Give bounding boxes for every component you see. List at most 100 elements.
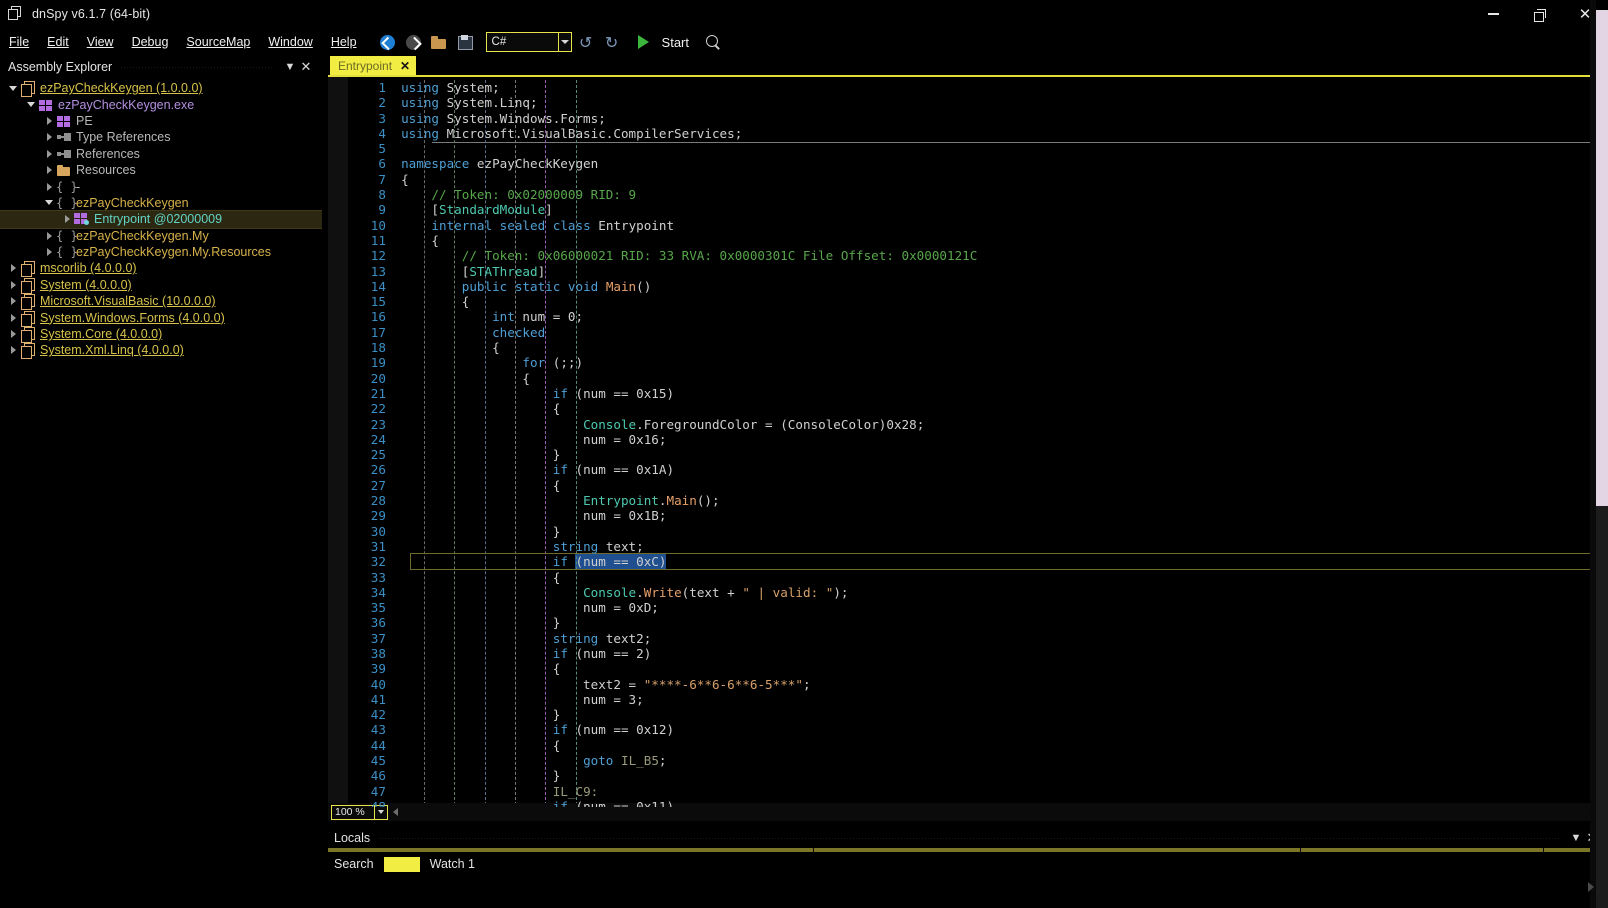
redo-button[interactable]: ↻ <box>600 31 624 53</box>
code-scroll-viewport[interactable]: 1 using System; 2 using System.Linq; 3 u… <box>348 77 1586 807</box>
line-number: 17 <box>348 325 401 340</box>
minimize-button[interactable] <box>1470 0 1516 28</box>
expander-collapsed[interactable] <box>6 281 20 289</box>
chevron-down-icon <box>378 810 384 814</box>
expander-collapsed[interactable] <box>42 117 56 125</box>
locals-menu-button[interactable]: ▼ <box>1568 832 1584 844</box>
line-number: 11 <box>348 233 401 248</box>
line-number: 37 <box>348 631 401 646</box>
tree-node[interactable]: Entrypoint @02000009 <box>0 211 322 227</box>
back-icon <box>380 35 395 50</box>
expander-collapsed[interactable] <box>6 314 20 322</box>
language-combobox[interactable]: C# <box>486 32 572 52</box>
expander-collapsed[interactable] <box>42 248 56 256</box>
tree-node[interactable]: { }ezPayCheckKeygen <box>0 195 322 211</box>
locals-column-divider[interactable] <box>1301 848 1544 852</box>
expander-collapsed[interactable] <box>6 330 20 338</box>
tree-node-label: ezPayCheckKeygen <box>76 196 189 210</box>
line-number: 6 <box>348 156 401 171</box>
expander-expanded[interactable] <box>24 102 38 107</box>
selected-text[interactable]: (num == 0xC) <box>575 554 666 569</box>
line-number: 20 <box>348 371 401 386</box>
code-token: } <box>401 768 560 783</box>
tree-node[interactable]: References <box>0 146 322 162</box>
tree-node[interactable]: PE <box>0 113 322 129</box>
module-icon <box>38 98 54 112</box>
undo-button[interactable]: ↺ <box>574 31 598 53</box>
menu-debug[interactable]: Debug <box>123 32 178 52</box>
line-number: 33 <box>348 570 401 585</box>
chevron-down-icon[interactable] <box>558 33 571 51</box>
expander-collapsed[interactable] <box>42 133 56 141</box>
code-token <box>401 631 553 646</box>
panel-menu-button[interactable]: ▼ <box>282 61 298 73</box>
locals-panel: Locals ▼ ✕ <box>328 828 1608 856</box>
expander-expanded[interactable] <box>42 200 56 205</box>
desktop-edge-strip-lower <box>1596 506 1608 908</box>
start-button[interactable] <box>632 31 656 53</box>
locals-column-divider[interactable] <box>328 848 814 852</box>
tree-node[interactable]: Type References <box>0 129 322 145</box>
line-number: 41 <box>348 692 401 707</box>
overflow-arrow-icon[interactable] <box>1588 882 1594 892</box>
line-number: 2 <box>348 95 401 110</box>
tree-node-label: Entrypoint @02000009 <box>94 212 222 226</box>
tree-node[interactable]: mscorlib (4.0.0.0) <box>0 260 322 276</box>
expander-collapsed[interactable] <box>42 166 56 174</box>
expander-expanded[interactable] <box>6 86 20 91</box>
menu-sourcemap[interactable]: SourceMap <box>177 32 259 52</box>
save-button[interactable] <box>454 31 478 53</box>
tab-close-icon[interactable]: ✕ <box>400 59 410 73</box>
code-token: ezPayCheckKeygen <box>477 156 598 171</box>
tab-search[interactable]: Search <box>328 857 380 871</box>
code-token: if <box>553 646 576 661</box>
expander-collapsed[interactable] <box>6 297 20 305</box>
tree-node[interactable]: Microsoft.VisualBasic (10.0.0.0) <box>0 293 322 309</box>
menu-window[interactable]: Window <box>259 32 321 52</box>
back-button[interactable] <box>376 31 400 53</box>
tree-node[interactable]: System.Windows.Forms (4.0.0.0) <box>0 309 322 325</box>
tree-node[interactable]: System.Xml.Linq (4.0.0.0) <box>0 342 322 358</box>
search-button[interactable] <box>701 31 725 53</box>
search-icon <box>706 35 721 50</box>
code-token: Write <box>644 585 682 600</box>
maximize-button[interactable] <box>1516 0 1562 28</box>
tree-node[interactable]: System.Core (4.0.0.0) <box>0 326 322 342</box>
forward-button[interactable] <box>402 31 426 53</box>
tree-node[interactable]: Resources <box>0 162 322 178</box>
code-token: num = 0x1B; <box>401 508 666 523</box>
panel-close-button[interactable]: ✕ <box>298 59 314 75</box>
references-icon <box>56 147 72 161</box>
expander-collapsed[interactable] <box>42 183 56 191</box>
open-button[interactable] <box>428 31 452 53</box>
tree-node[interactable]: ezPayCheckKeygen (1.0.0.0) <box>0 80 322 96</box>
expander-collapsed[interactable] <box>60 215 74 223</box>
code-token: IL_C9: <box>553 784 599 799</box>
line-number: 19 <box>348 355 401 370</box>
tab-entrypoint[interactable]: Entrypoint ✕ <box>330 56 416 75</box>
menu-view[interactable]: View <box>78 32 123 52</box>
tree-node[interactable]: { }- <box>0 178 322 194</box>
code-token: { <box>401 478 560 493</box>
locals-column-header-bar[interactable] <box>328 848 1608 852</box>
source-code[interactable]: 1 using System; 2 using System.Linq; 3 u… <box>348 77 1586 807</box>
expander-collapsed[interactable] <box>6 264 20 272</box>
menu-edit[interactable]: Edit <box>38 32 78 52</box>
hscroll-left-button[interactable] <box>388 808 402 816</box>
start-label[interactable]: Start <box>662 35 689 50</box>
expander-collapsed[interactable] <box>42 150 56 158</box>
expander-collapsed[interactable] <box>6 346 20 354</box>
tree-node[interactable]: ezPayCheckKeygen.exe <box>0 96 322 112</box>
tab-watch-1[interactable]: Watch 1 <box>424 857 481 871</box>
tree-node[interactable]: { }ezPayCheckKeygen.My.Resources <box>0 244 322 260</box>
expander-collapsed[interactable] <box>42 232 56 240</box>
menu-file[interactable]: File <box>0 32 38 52</box>
namespace-icon: { } <box>56 245 72 259</box>
menu-help[interactable]: Help <box>322 32 366 52</box>
editor-gutter[interactable] <box>328 77 348 807</box>
tree-node[interactable]: System (4.0.0.0) <box>0 277 322 293</box>
tree-node[interactable]: { }ezPayCheckKeygen.My <box>0 228 322 244</box>
code-token: { <box>401 172 409 187</box>
code-token: } <box>401 707 560 722</box>
locals-column-divider[interactable] <box>814 848 1300 852</box>
